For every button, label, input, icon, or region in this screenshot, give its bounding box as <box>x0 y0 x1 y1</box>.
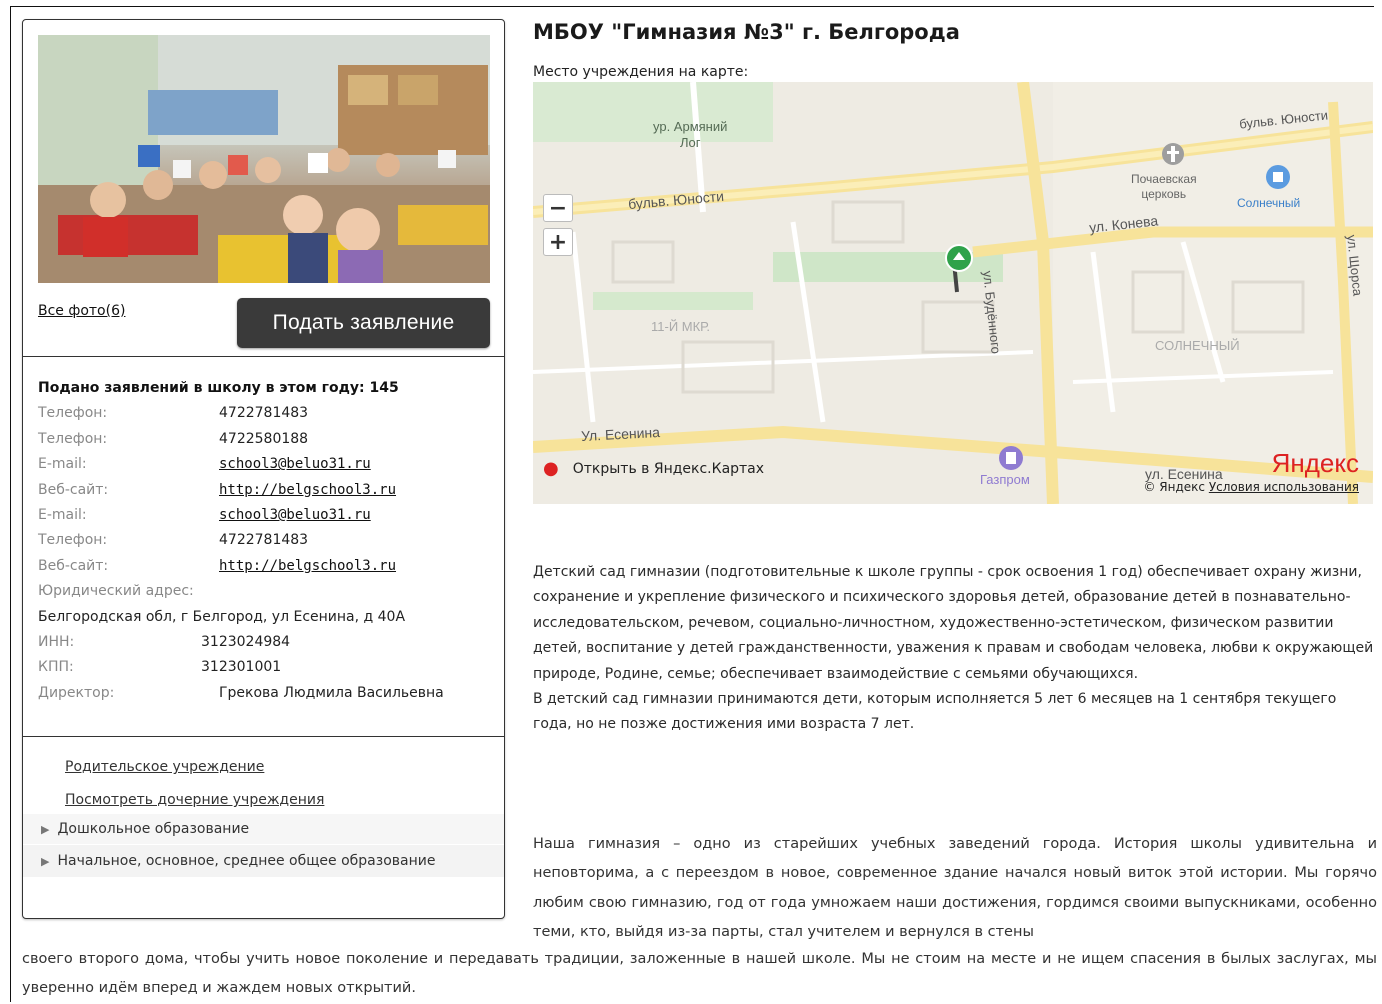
triangle-right-icon: ▶ <box>41 854 50 868</box>
map-label-church: Почаевская церковь <box>1131 172 1197 201</box>
gymnasium-history-text-continued: своего второго дома, чтобы учить новое п… <box>22 951 1377 997</box>
website-link[interactable]: http://belgschool3.ru <box>219 554 396 579</box>
child-institutions-link[interactable]: Посмотреть дочерние учреждения <box>65 792 324 808</box>
legal-address-label: Юридический адрес: <box>38 583 194 600</box>
page-title: МБОУ "Гимназия №3" г. Белгорода <box>533 20 960 44</box>
contact-row: E-mail: school3@beluo31.ru <box>38 503 498 528</box>
zoom-out-button[interactable]: − <box>543 194 573 222</box>
map-label: Место учреждения на карте: <box>533 64 749 80</box>
map-label-mkr11: 11-Й МКР. <box>651 319 711 334</box>
triangle-right-icon: ▶ <box>41 822 50 836</box>
divider <box>23 736 504 737</box>
contact-row: E-mail: school3@beluo31.ru <box>38 452 498 477</box>
phone-value: 4722781483 <box>219 405 309 422</box>
email-link[interactable]: school3@beluo31.ru <box>219 503 371 528</box>
submit-application-button[interactable]: Подать заявление <box>237 298 490 348</box>
map-label-gazprom: Газпром <box>980 472 1030 487</box>
school-info-card: Все фото(6) Подать заявление Подано заяв… <box>22 19 505 919</box>
director-row: Директор: Грекова Людмила Васильевна <box>38 684 444 701</box>
contact-row: Веб-сайт: http://belgschool3.ru <box>38 478 498 503</box>
preschool-description: Детский сад гимназии (подготовительные к… <box>533 564 1374 733</box>
yandex-map[interactable]: ур. Армяний Лог бульв. Юности бульв. Юно… <box>533 82 1373 504</box>
legal-address: Белгородская обл, г Белгород, ул Есенина… <box>38 608 406 625</box>
phone-value: 4722580188 <box>219 430 309 447</box>
map-label-solnechny-shop: Солнечный <box>1237 196 1301 210</box>
open-in-yandex-maps-link[interactable]: ● Открыть в Яндекс.Картах <box>543 458 764 479</box>
tree-item-general-education[interactable]: ▶ Начальное, основное, среднее общее обр… <box>23 845 504 877</box>
kpp-row: КПП: 312301001 <box>38 659 282 676</box>
map-label-armyansky: ур. Армяний Лог <box>653 119 728 150</box>
email-link[interactable]: school3@beluo31.ru <box>219 452 371 477</box>
applications-count: Подано заявлений в школу в этом году: 14… <box>38 380 399 396</box>
map-copyright: © Яндекс Условия использования <box>1143 480 1359 494</box>
contact-row: Телефон: 4722781483 <box>38 401 498 426</box>
contact-row: Телефон: 4722781483 <box>38 528 498 553</box>
phone-value: 4722781483 <box>219 532 309 549</box>
parent-institution-link[interactable]: Родительское учреждение <box>65 759 264 775</box>
zoom-in-button[interactable]: + <box>543 228 573 256</box>
divider <box>23 356 504 357</box>
inn-row: ИНН: 3123024984 <box>38 634 291 651</box>
yandex-logo: Яндекс <box>1271 448 1359 478</box>
map-pin-icon: ● <box>543 458 559 479</box>
gymnasium-history-text: Наша гимназия – одно из старейших учебны… <box>533 836 1377 940</box>
contact-row: Веб-сайт: http://belgschool3.ru <box>38 554 498 579</box>
website-link[interactable]: http://belgschool3.ru <box>219 478 396 503</box>
classroom-photo[interactable] <box>38 35 490 283</box>
map-label-solnechny-district: СОЛНЕЧНЫЙ <box>1155 338 1240 353</box>
tree-item-preschool[interactable]: ▶ Дошкольное образование <box>23 814 504 844</box>
terms-of-use-link[interactable]: Условия использования <box>1209 480 1359 494</box>
contact-info: Подано заявлений в школу в этом году: 14… <box>38 376 498 706</box>
all-photos-link[interactable]: Все фото(6) <box>38 303 125 319</box>
contact-row: Телефон: 4722580188 <box>38 427 498 452</box>
